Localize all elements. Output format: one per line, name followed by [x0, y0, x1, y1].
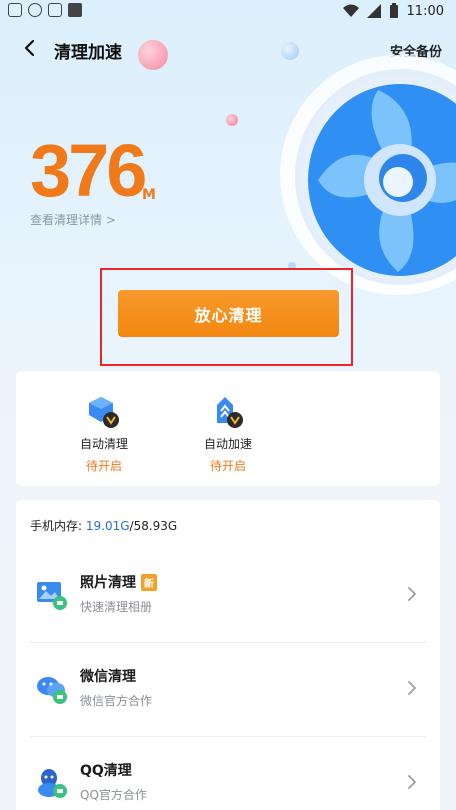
chevron-right-icon [408, 681, 417, 695]
junk-size-unit: M [142, 187, 156, 203]
auto-clean-icon [89, 397, 119, 428]
status-bar: 11:00 [0, 0, 456, 24]
wifi-icon [342, 4, 359, 17]
feature-status: 待开启 [209, 459, 246, 473]
app-notification-icon [68, 3, 82, 17]
list-item-photo-clean[interactable]: 照片清理 新 快速清理相册 [16, 548, 440, 642]
chevron-right-icon [408, 587, 417, 601]
phone-memory: 手机内存: 19.01G/58.93G [30, 517, 177, 534]
app-notification-icon [28, 3, 42, 17]
clean-options-card: 手机内存: 19.01G/58.93G 照片清理 新 快速清理相册 微信清理 微… [16, 500, 440, 810]
memory-used: 19.01G [85, 519, 130, 533]
auto-boost-icon [217, 397, 243, 428]
memory-total: /58.93G [129, 519, 178, 533]
row-subtitle: 微信官方合作 [80, 694, 153, 708]
list-item-wechat-clean[interactable]: 微信清理 微信官方合作 [16, 642, 440, 736]
highlight-box [100, 268, 353, 366]
signal-icon [366, 4, 381, 18]
junk-size-value: 376 [30, 129, 147, 212]
wechat-clean-icon [37, 677, 67, 704]
row-subtitle: 快速清理相册 [80, 600, 153, 614]
photo-clean-icon [37, 582, 67, 610]
status-icons-right: 11:00 [342, 3, 444, 19]
row-subtitle: QQ官方合作 [80, 788, 147, 802]
clean-details-link[interactable]: 查看清理详情 > [30, 211, 116, 228]
memory-label: 手机内存: [30, 519, 83, 533]
back-arrow-icon[interactable] [18, 36, 42, 60]
auto-clean-feature[interactable]: 自动清理 待开启 [44, 395, 164, 474]
feature-label: 自动清理 [79, 437, 128, 451]
fan-illustration [280, 55, 456, 295]
app-notification-icon [48, 3, 62, 17]
qq-clean-icon [38, 769, 67, 798]
new-badge: 新 [141, 573, 157, 591]
feature-status: 待开启 [85, 459, 122, 473]
auto-boost-feature[interactable]: 自动加速 待开启 [168, 395, 288, 474]
notification-icon [8, 3, 22, 17]
wechat-clean-title: 微信清理 [80, 669, 136, 685]
qq-clean-title: QQ清理 [80, 763, 132, 779]
photo-clean-title: 照片清理 [80, 575, 136, 591]
feature-label: 自动加速 [203, 437, 252, 451]
list-item-qq-clean[interactable]: QQ清理 QQ官方合作 [16, 736, 440, 810]
page-title: 清理加速 [54, 43, 122, 63]
row-title: 照片清理 新 [80, 572, 157, 592]
status-icons-left [8, 3, 82, 17]
chevron-right-icon [408, 775, 417, 789]
battery-icon [389, 3, 398, 18]
status-time: 11:00 [406, 3, 444, 19]
decor-bubble [226, 114, 238, 126]
auto-features-card: 自动清理 待开启 自动加速 待开启 [16, 371, 440, 486]
decor-bubble [138, 40, 168, 70]
